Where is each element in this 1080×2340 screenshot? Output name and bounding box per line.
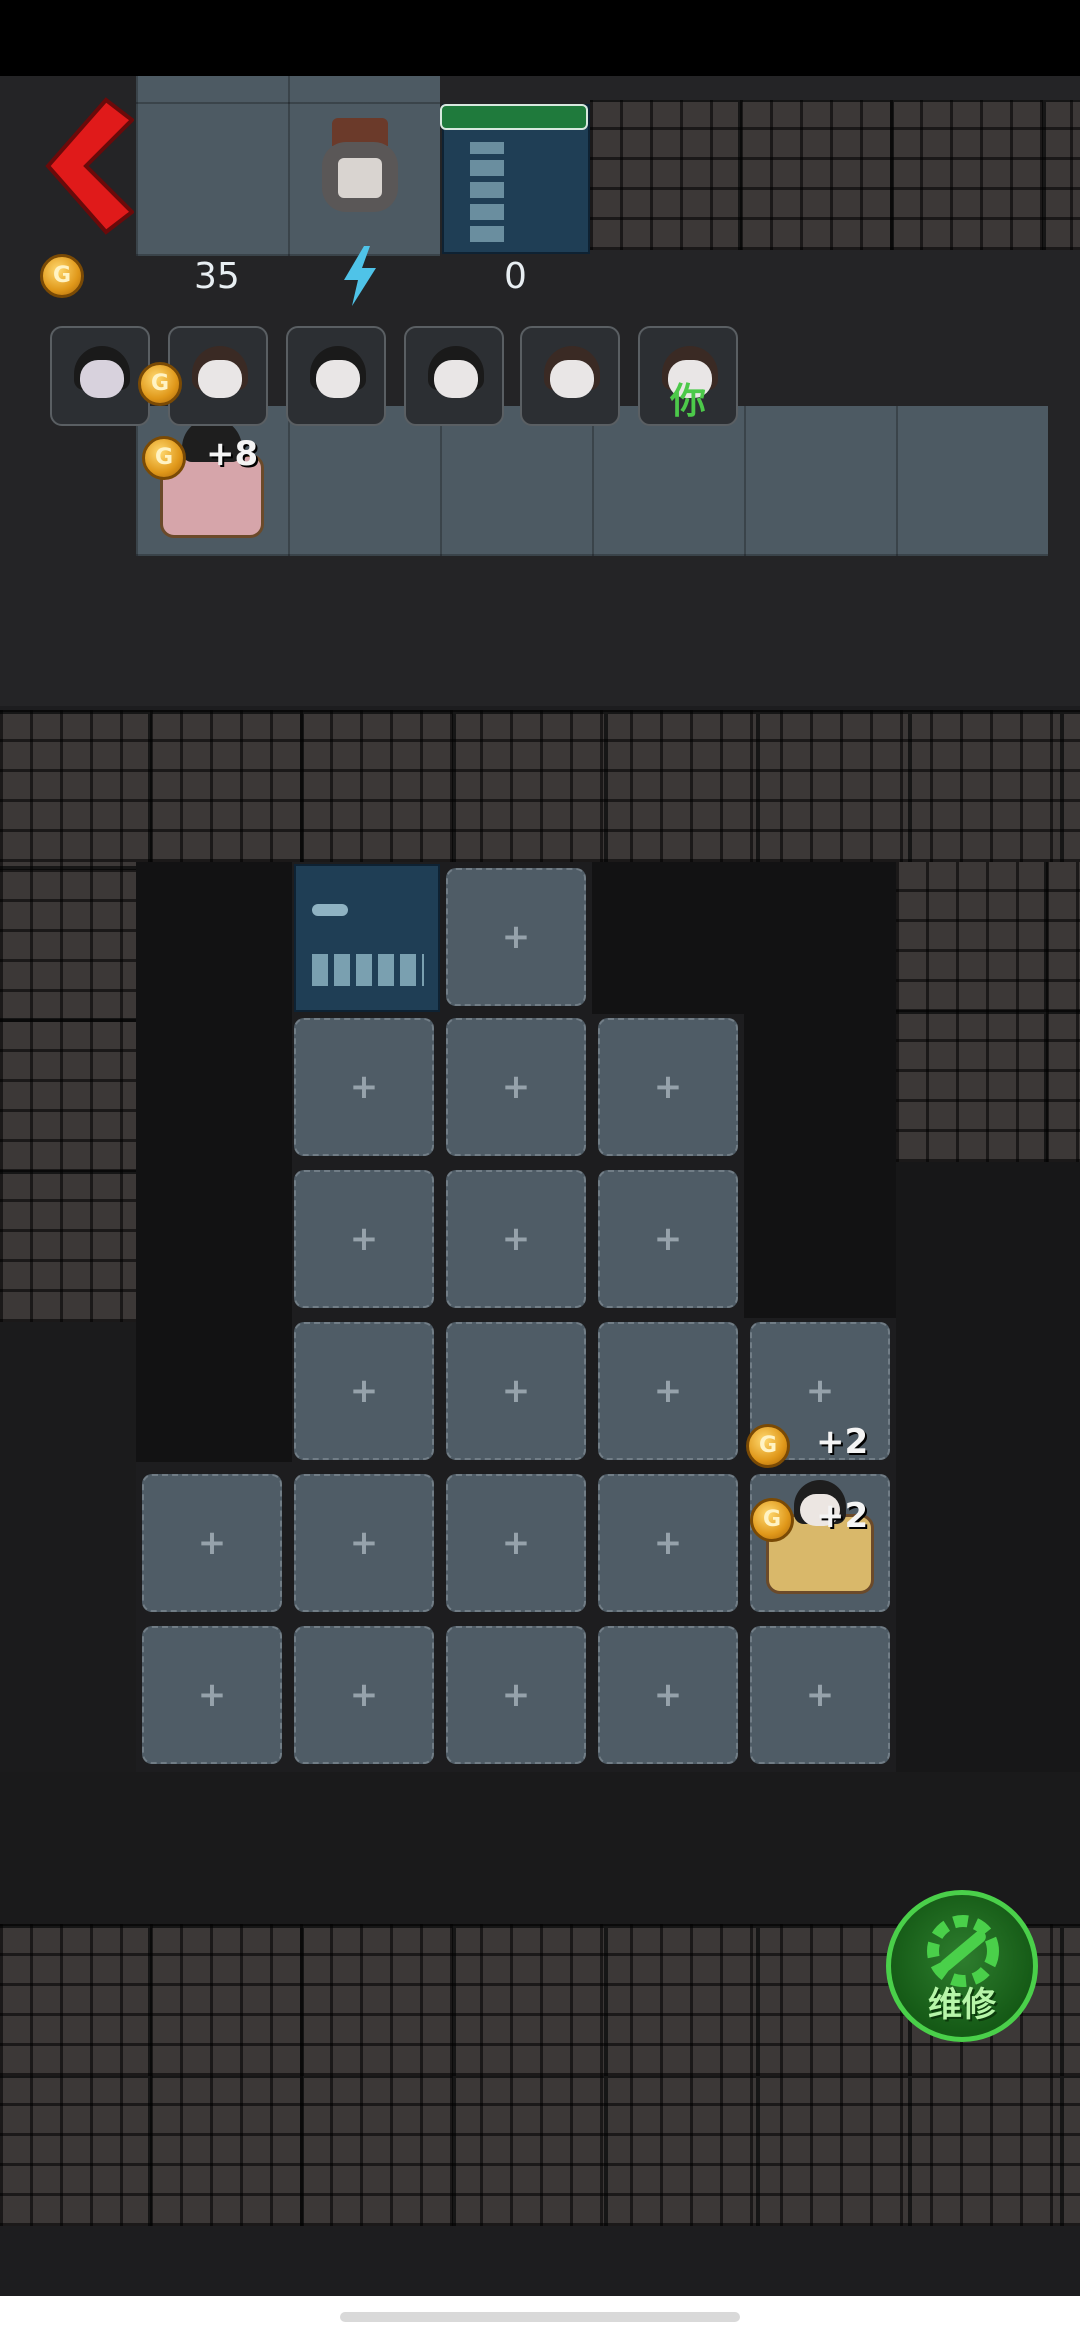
boy-portrait[interactable] (404, 326, 504, 426)
bow-girl-portrait[interactable] (286, 326, 386, 426)
middle-door[interactable] (294, 864, 440, 1012)
girl-portrait[interactable] (168, 326, 268, 426)
build-tile[interactable]: + (294, 1626, 434, 1764)
build-tile[interactable]: + (598, 1322, 738, 1460)
bed-gold-gain: +2 (816, 1496, 869, 1536)
gold-coin-icon: G (40, 254, 84, 298)
lightning-icon (344, 246, 376, 306)
lower-brick-wall-2 (0, 2076, 1080, 2226)
build-tile[interactable]: + (142, 1474, 282, 1612)
room-shadow-bottom (0, 1772, 1080, 1924)
face (80, 360, 124, 398)
home-indicator[interactable] (340, 2312, 740, 2322)
build-tile[interactable]: + (750, 1626, 890, 1764)
door-handle (312, 904, 348, 916)
room-shadow-top (592, 862, 896, 1014)
face (316, 360, 360, 398)
room-shadow-right (744, 1014, 896, 1318)
build-tile[interactable]: + (294, 1322, 434, 1460)
upper-corridor-floor (136, 406, 1048, 556)
bed-gold-gain: +2 (816, 1422, 869, 1462)
face (434, 360, 478, 398)
build-tile[interactable]: + (294, 1474, 434, 1612)
build-tile[interactable]: + (294, 1018, 434, 1156)
door-rail (312, 954, 424, 986)
upper-brick-wall (590, 100, 1080, 250)
build-tile[interactable]: + (446, 1018, 586, 1156)
right-brick-column (896, 862, 1080, 1162)
build-tile[interactable]: + (142, 1626, 282, 1764)
build-tile[interactable]: + (294, 1170, 434, 1308)
build-tile[interactable]: + (598, 1018, 738, 1156)
build-tile[interactable]: + (598, 1170, 738, 1308)
face (550, 360, 594, 398)
door-health-bar (440, 104, 588, 130)
left-brick-column (0, 862, 136, 1322)
build-tile[interactable]: + (598, 1626, 738, 1764)
top-bed-gold-gain: +8 (206, 434, 259, 474)
you-portrait[interactable]: 你 (638, 326, 738, 426)
build-tile[interactable]: + (446, 1626, 586, 1764)
build-tile[interactable]: + (446, 1474, 586, 1612)
build-tile[interactable]: + (598, 1474, 738, 1612)
build-tile[interactable]: + (446, 1170, 586, 1308)
face (198, 360, 242, 398)
room-shadow-left (136, 862, 292, 1462)
chevron-left-icon[interactable] (44, 96, 134, 236)
furnace-icon[interactable] (322, 118, 398, 222)
middle-brick-wall (0, 710, 1080, 862)
build-tile[interactable]: + (446, 868, 586, 1006)
repair-label: 维修 (928, 1985, 996, 2025)
gold-coin-icon: G (750, 1498, 794, 1542)
room-shadow-left-lower (0, 1322, 136, 1772)
gold-coin-icon: G (138, 362, 182, 406)
ghost-portrait[interactable] (50, 326, 150, 426)
gold-coin-icon: G (746, 1424, 790, 1468)
repair-button[interactable]: 维修 (886, 1890, 1038, 2042)
girl-portrait-2[interactable] (520, 326, 620, 426)
gold-count: 35 (194, 256, 240, 297)
status-bar (0, 0, 1080, 76)
you-label: 你 (670, 381, 707, 422)
build-tile[interactable]: + (446, 1322, 586, 1460)
energy-count: 0 (504, 256, 527, 297)
bed-top-left[interactable] (152, 410, 272, 554)
door-rail (470, 142, 504, 242)
gold-coin-icon: G (142, 436, 186, 480)
